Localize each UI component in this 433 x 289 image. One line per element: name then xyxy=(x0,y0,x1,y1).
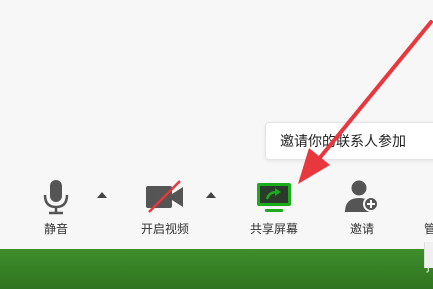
video-off-icon xyxy=(146,180,183,213)
invite-button[interactable]: 邀请 xyxy=(322,176,402,242)
invite-tooltip: 邀请你的联系人参加 xyxy=(265,122,433,160)
mute-options-caret[interactable] xyxy=(97,192,107,198)
microphone-icon xyxy=(43,180,69,215)
invite-label: 邀请 xyxy=(349,222,374,236)
share-screen-label: 共享屏幕 xyxy=(249,222,298,236)
add-user-icon xyxy=(345,180,379,212)
video-options-caret[interactable] xyxy=(206,192,216,198)
meeting-window: 邀请你的联系人参加 静音 开启视频 共享屏幕 邀请 管 j xyxy=(0,0,433,289)
start-video-label: 开启视频 xyxy=(140,222,189,236)
video-preview-bar xyxy=(0,249,433,289)
manage-label-partial[interactable]: 管 xyxy=(424,220,433,237)
mute-button[interactable]: 静音 xyxy=(16,176,96,242)
start-video-button[interactable]: 开启视频 xyxy=(125,176,205,242)
mute-label: 静音 xyxy=(43,222,68,236)
share-screen-icon xyxy=(257,183,291,212)
share-screen-button[interactable]: 共享屏幕 xyxy=(234,176,314,242)
invite-tooltip-text: 邀请你的联系人参加 xyxy=(280,134,406,150)
corner-text: j xyxy=(426,259,430,273)
